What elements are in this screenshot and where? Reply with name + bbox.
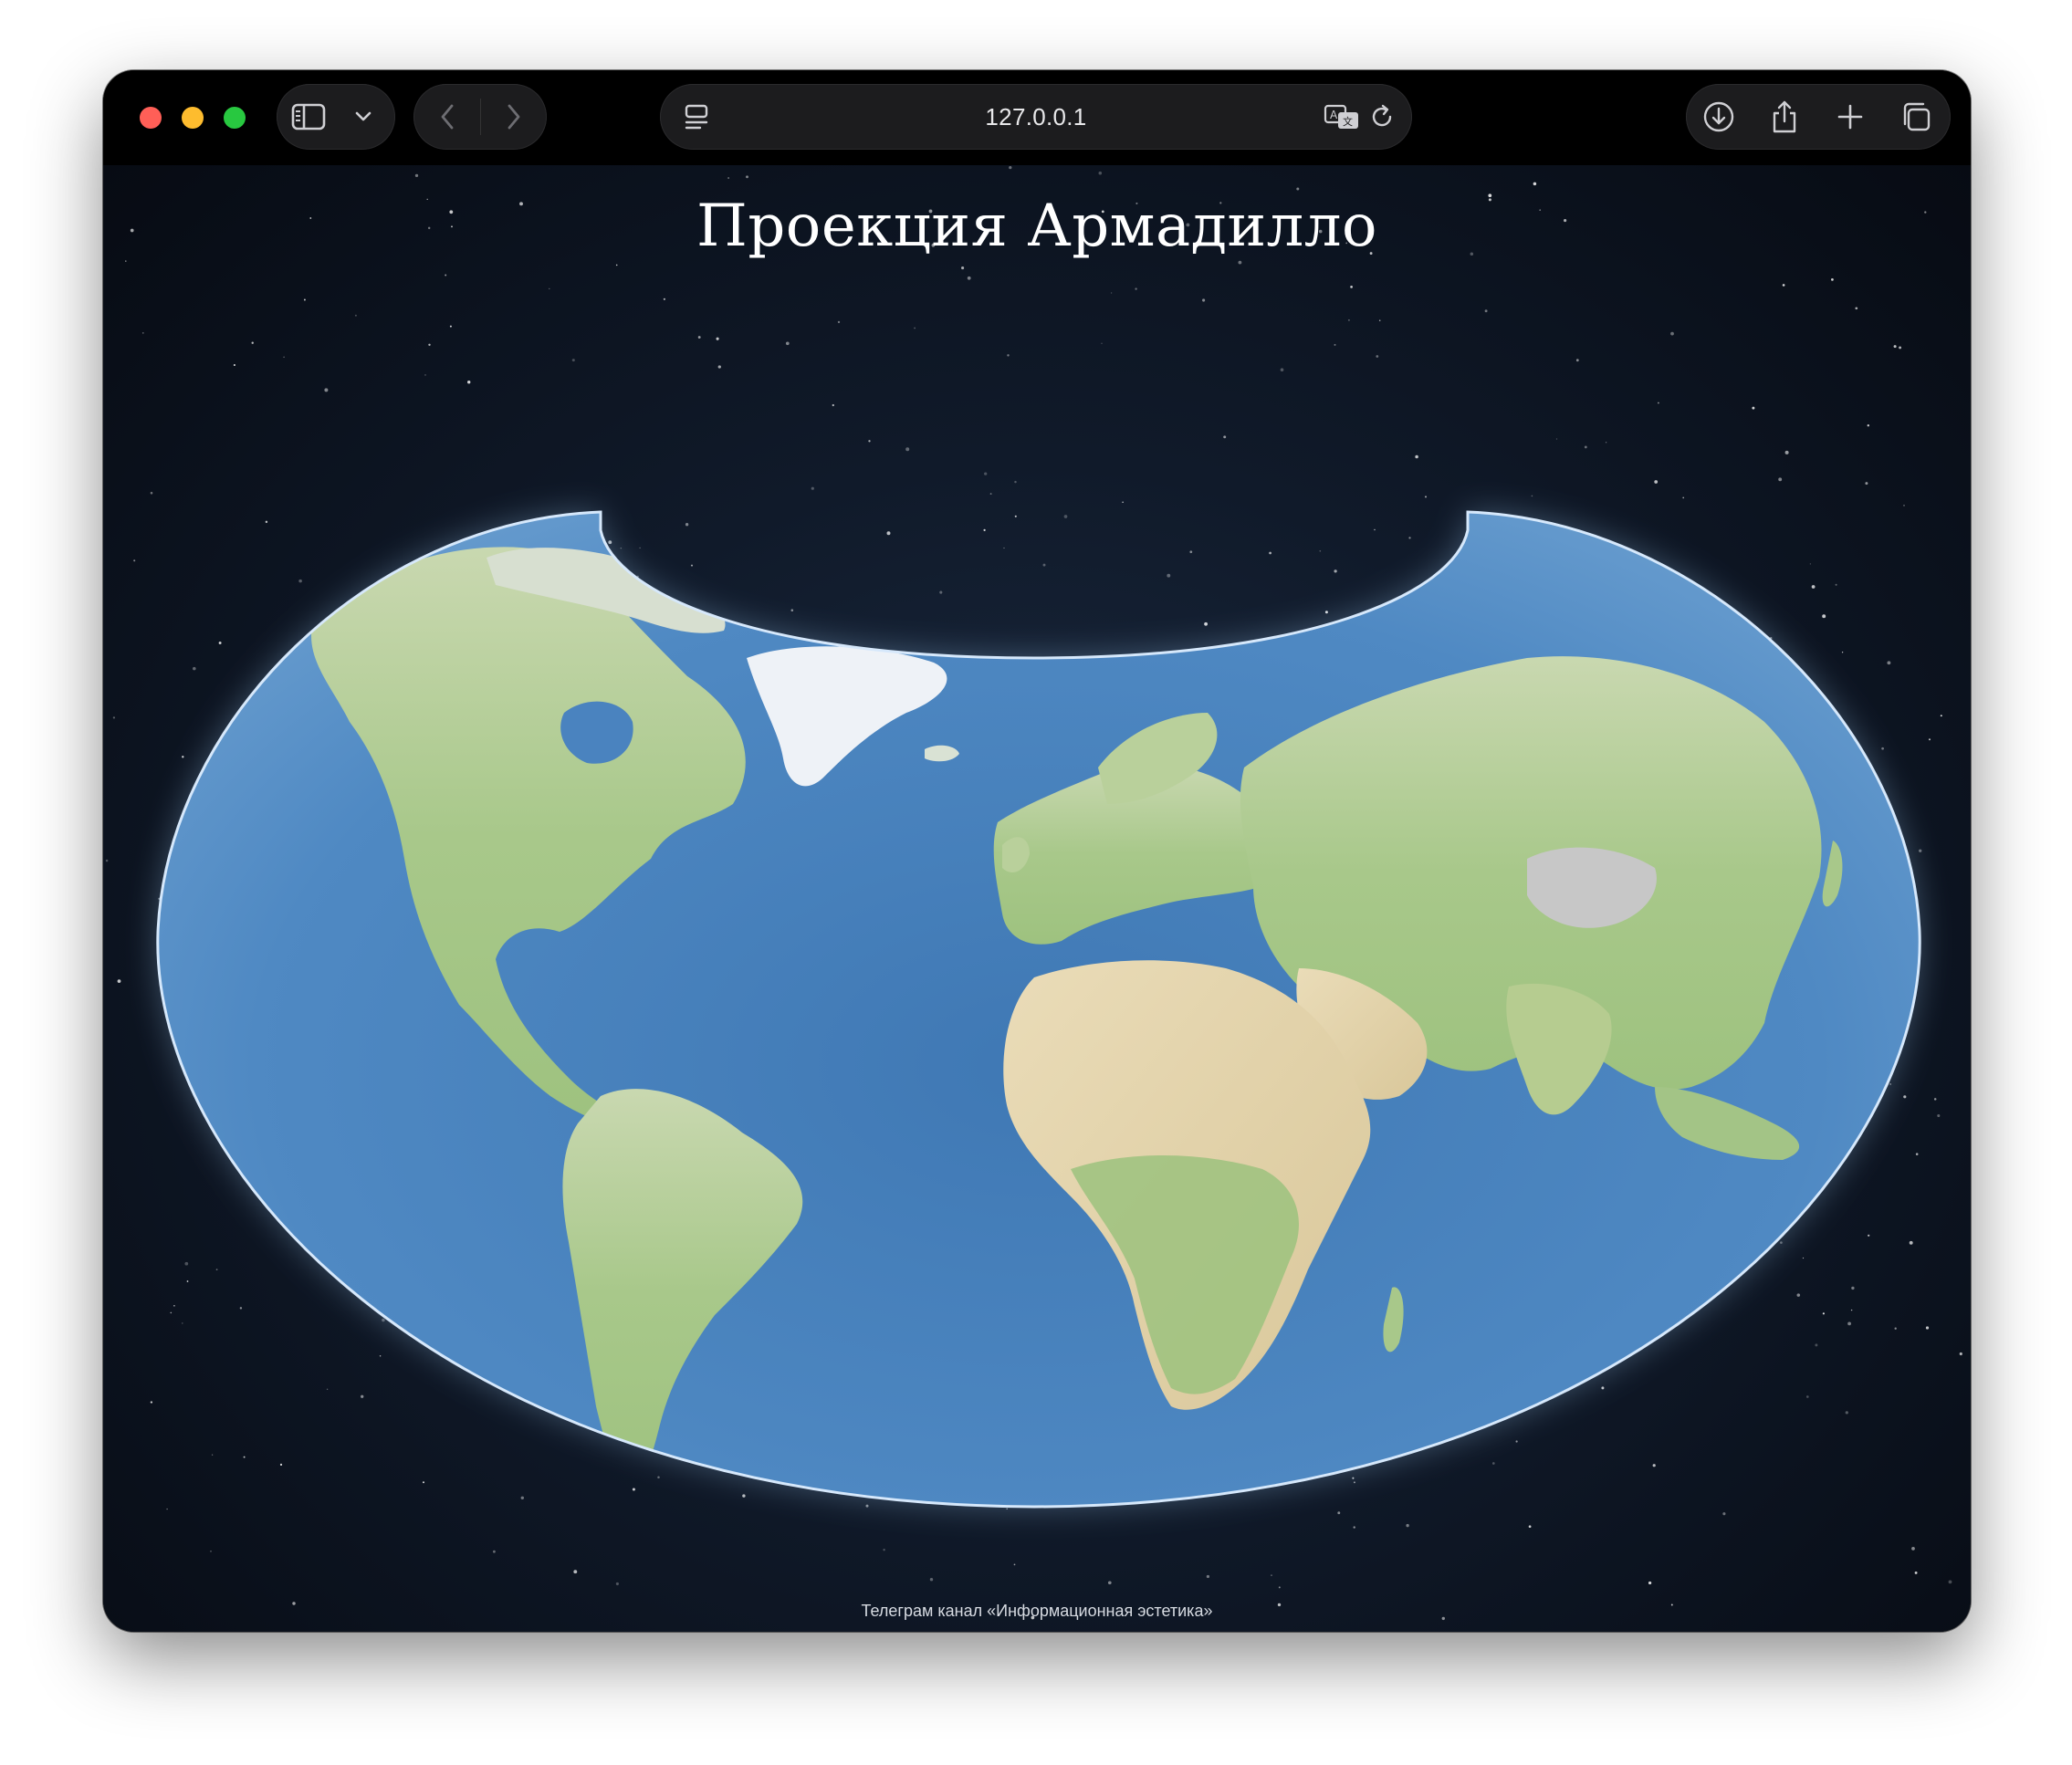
toolbar-actions [1686,84,1951,150]
forward-button[interactable] [481,84,547,150]
new-tab-button[interactable] [1817,84,1883,150]
share-button[interactable] [1752,84,1817,150]
tabs-overview-button[interactable] [1883,84,1949,150]
browser-toolbar: 127.0.0.1 A 文 [103,70,1971,165]
sidebar-icon [291,103,326,131]
page-content: Проекция Армадилло Телеграм канал «Инфор… [103,165,1971,1632]
footer-credit: Телеграм канал «Информационная эстетика» [861,1602,1213,1620]
zoom-window-button[interactable] [224,107,246,129]
chevron-left-icon [441,104,453,130]
translate-button[interactable]: A 文 [1319,84,1365,150]
minimize-window-button[interactable] [182,107,204,129]
back-button[interactable] [413,84,480,150]
svg-text:文: 文 [1343,115,1353,128]
map-body [157,512,1920,1507]
chevron-down-icon [355,111,371,121]
sidebar-control [277,84,395,150]
browser-window: 127.0.0.1 A 文 Проекция Армадилло Телегра… [103,70,1971,1632]
sidebar-toggle-button[interactable] [277,84,340,150]
reload-icon [1372,104,1392,127]
share-icon [1773,100,1796,133]
address-text: 127.0.0.1 [985,102,1087,131]
downloads-button[interactable] [1686,84,1752,150]
australia [1801,1186,1920,1372]
chevron-right-icon [508,104,520,130]
translate-icon: A 文 [1324,104,1358,129]
tabs-overview-icon [1903,102,1931,131]
close-window-button[interactable] [140,107,162,129]
download-icon [1703,101,1734,132]
reload-button[interactable] [1363,84,1403,150]
address-bar[interactable]: 127.0.0.1 A 文 [660,84,1412,150]
navigation-control [413,84,547,150]
world-map [156,510,1921,1509]
plus-icon [1837,104,1863,130]
svg-text:A: A [1330,109,1338,121]
sidebar-menu-button[interactable] [340,84,386,150]
